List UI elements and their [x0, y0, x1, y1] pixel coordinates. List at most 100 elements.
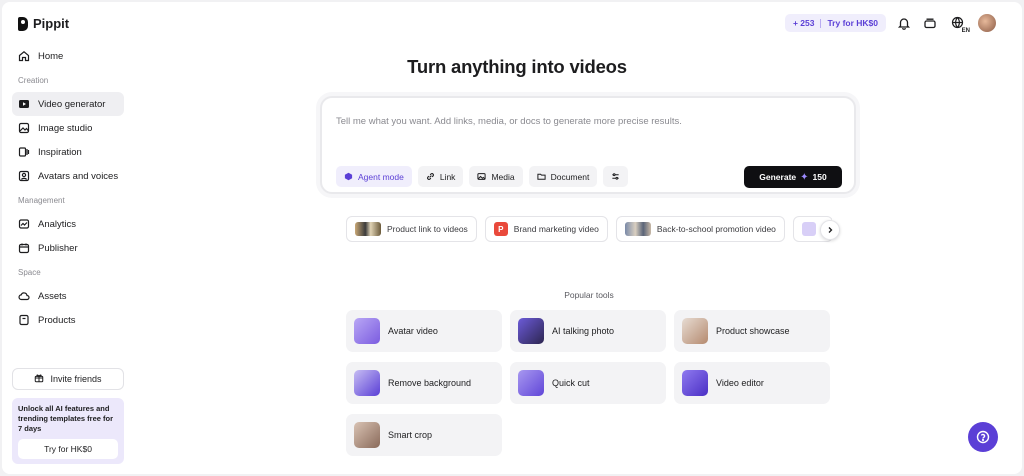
tool-label: Quick cut	[552, 378, 590, 388]
home-icon	[18, 50, 30, 62]
calendar-icon	[18, 242, 30, 254]
prompt-box[interactable]: Tell me what you want. Add links, media,…	[320, 96, 856, 194]
sidebar-item-label: Inspiration	[38, 146, 82, 158]
chevron-right-icon	[828, 227, 833, 233]
tool-label: Smart crop	[388, 430, 433, 440]
sidebar: Pippit Home Creation Video generator Ima…	[2, 2, 134, 474]
tool-thumbnail	[518, 370, 544, 396]
tool-label: Avatar video	[388, 326, 438, 336]
tool-product-showcase[interactable]: Product showcase	[674, 310, 830, 352]
template-brand-marketing[interactable]: P Brand marketing video	[484, 216, 608, 242]
pippit-logo-icon	[18, 16, 28, 31]
avatar-icon	[18, 170, 30, 182]
tool-quick-cut[interactable]: Quick cut	[510, 362, 666, 404]
analytics-icon	[18, 218, 30, 230]
section-label-creation: Creation	[18, 75, 49, 85]
sidebar-item-label: Video generator	[38, 98, 106, 110]
question-icon	[976, 430, 990, 444]
prompt-input[interactable]: Tell me what you want. Add links, media,…	[336, 116, 682, 127]
trial-promo-card: Unlock all AI features and trending temp…	[12, 398, 124, 464]
bell-icon[interactable]	[896, 15, 912, 31]
invite-friends-button[interactable]: Invite friends	[12, 368, 124, 390]
section-label-space: Space	[18, 267, 41, 277]
template-label: Brand marketing video	[513, 224, 599, 234]
sidebar-item-image-studio[interactable]: Image studio	[12, 116, 124, 140]
generate-label: Generate	[759, 172, 797, 182]
template-back-to-school[interactable]: Back-to-school promotion video	[615, 216, 785, 242]
credits-badge[interactable]: + 253 Try for HK$0	[784, 14, 886, 32]
promo-text: Unlock all AI features and trending temp…	[18, 404, 114, 433]
sidebar-item-analytics[interactable]: Analytics	[12, 212, 124, 236]
invite-label: Invite friends	[50, 374, 102, 384]
sidebar-item-inspiration[interactable]: Inspiration	[12, 140, 124, 164]
help-button[interactable]	[968, 422, 998, 452]
template-thumbnail	[624, 222, 651, 236]
tool-avatar-video[interactable]: Avatar video	[346, 310, 502, 352]
globe-language-icon[interactable]: EN	[948, 15, 970, 34]
sidebar-item-label: Home	[38, 50, 64, 62]
generate-button[interactable]: Generate ✦ 150	[744, 166, 842, 188]
inspiration-icon	[18, 146, 30, 158]
user-avatar[interactable]	[978, 14, 996, 32]
tool-remove-background[interactable]: Remove background	[346, 362, 502, 404]
tool-ai-talking-photo[interactable]: AI talking photo	[510, 310, 666, 352]
generate-cost: 150	[812, 172, 827, 182]
media-button[interactable]: Media	[469, 166, 523, 187]
tool-smart-crop[interactable]: Smart crop	[346, 414, 502, 456]
template-label: Back-to-school promotion video	[656, 224, 776, 234]
tool-thumbnail	[682, 370, 708, 396]
sidebar-item-label: Products	[38, 314, 76, 326]
tool-thumbnail	[518, 318, 544, 344]
chip-label: Link	[439, 171, 456, 182]
document-button[interactable]: Document	[528, 166, 598, 187]
tool-label: AI talking photo	[552, 326, 615, 336]
tool-label: Video editor	[716, 378, 764, 388]
template-product-link[interactable]: Product link to videos	[346, 216, 477, 242]
sliders-icon	[612, 173, 619, 180]
sidebar-item-label: Publisher	[38, 242, 78, 254]
image-studio-icon	[18, 122, 30, 134]
template-thumbnail	[355, 222, 381, 236]
tool-label: Remove background	[388, 378, 472, 388]
sidebar-item-avatars-voices[interactable]: Avatars and voices	[12, 164, 124, 188]
box-icon	[18, 314, 30, 326]
sidebar-item-label: Assets	[38, 290, 67, 302]
image-icon	[477, 173, 487, 180]
brand-name: Pippit	[33, 16, 70, 31]
tool-video-editor[interactable]: Video editor	[674, 362, 830, 404]
trial-link[interactable]: Try for HK$0	[827, 18, 878, 28]
popular-tools-label: Popular tools	[564, 290, 614, 300]
section-label-management: Management	[18, 195, 65, 205]
template-thumbnail	[801, 222, 816, 236]
agent-cube-icon	[344, 172, 353, 181]
brand-logo[interactable]: Pippit	[18, 16, 69, 31]
sidebar-nav: Home Creation Video generator Image stud…	[12, 44, 124, 332]
credits-divider	[820, 18, 822, 28]
agent-mode-button[interactable]: Agent mode	[336, 166, 412, 187]
promo-try-button[interactable]: Try for HK$0	[18, 439, 118, 459]
sidebar-item-video-generator[interactable]: Video generator	[12, 92, 124, 116]
sidebar-item-home[interactable]: Home	[12, 44, 124, 68]
carousel-next-button[interactable]	[820, 220, 840, 240]
language-code: EN	[961, 28, 970, 34]
sparkle-icon: ✦	[800, 171, 809, 183]
video-generator-icon	[18, 98, 30, 110]
tool-label: Product showcase	[716, 326, 790, 336]
sidebar-item-products[interactable]: Products	[12, 308, 124, 332]
link-button[interactable]: Link	[417, 166, 464, 187]
template-carousel: Product link to videos P Brand marketing…	[346, 216, 832, 242]
sidebar-item-publisher[interactable]: Publisher	[12, 236, 124, 260]
sidebar-item-assets[interactable]: Assets	[12, 284, 124, 308]
tool-thumbnail	[682, 318, 708, 344]
sidebar-item-label: Analytics	[38, 218, 77, 230]
brand-p-icon: P	[493, 222, 508, 236]
cloud-icon	[18, 290, 30, 302]
folder-icon	[536, 173, 546, 180]
tool-thumbnail	[354, 318, 380, 344]
chip-label: Agent mode	[358, 171, 404, 182]
stack-icon[interactable]	[922, 15, 938, 31]
tool-thumbnail	[354, 422, 380, 448]
chip-label: Media	[491, 171, 515, 182]
prompt-actions: Agent mode Link Media Document	[336, 166, 629, 187]
settings-sliders-button[interactable]	[603, 166, 629, 187]
